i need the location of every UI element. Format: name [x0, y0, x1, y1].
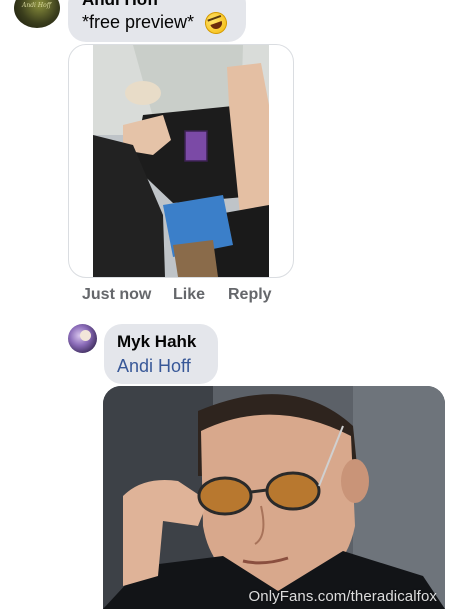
watermark-text: OnlyFans.com/theradicalfox	[248, 588, 437, 605]
like-button[interactable]: Like	[173, 286, 205, 304]
comment-author-name[interactable]: Myk Hahk	[117, 332, 196, 352]
comment-text: *free preview*	[82, 12, 195, 32]
comment-author-name[interactable]: Andi Hoff	[82, 0, 158, 10]
avatar-myk-hahk[interactable]	[68, 324, 97, 353]
avatar-lettering: Andi Hoff	[22, 2, 51, 9]
pedicure-photo	[93, 45, 269, 277]
avatar-andi-hoff[interactable]: Andi Hoff	[14, 0, 60, 28]
mention-link[interactable]: Andi Hoff	[117, 356, 191, 377]
reply-button[interactable]: Reply	[228, 286, 272, 304]
man-with-sunglasses-photo	[103, 386, 445, 609]
comment-image-card[interactable]: OnlyFans.com/theradicalfox	[103, 386, 445, 609]
comment-timestamp: Just now	[82, 286, 152, 303]
comment-image-card[interactable]	[68, 44, 294, 278]
